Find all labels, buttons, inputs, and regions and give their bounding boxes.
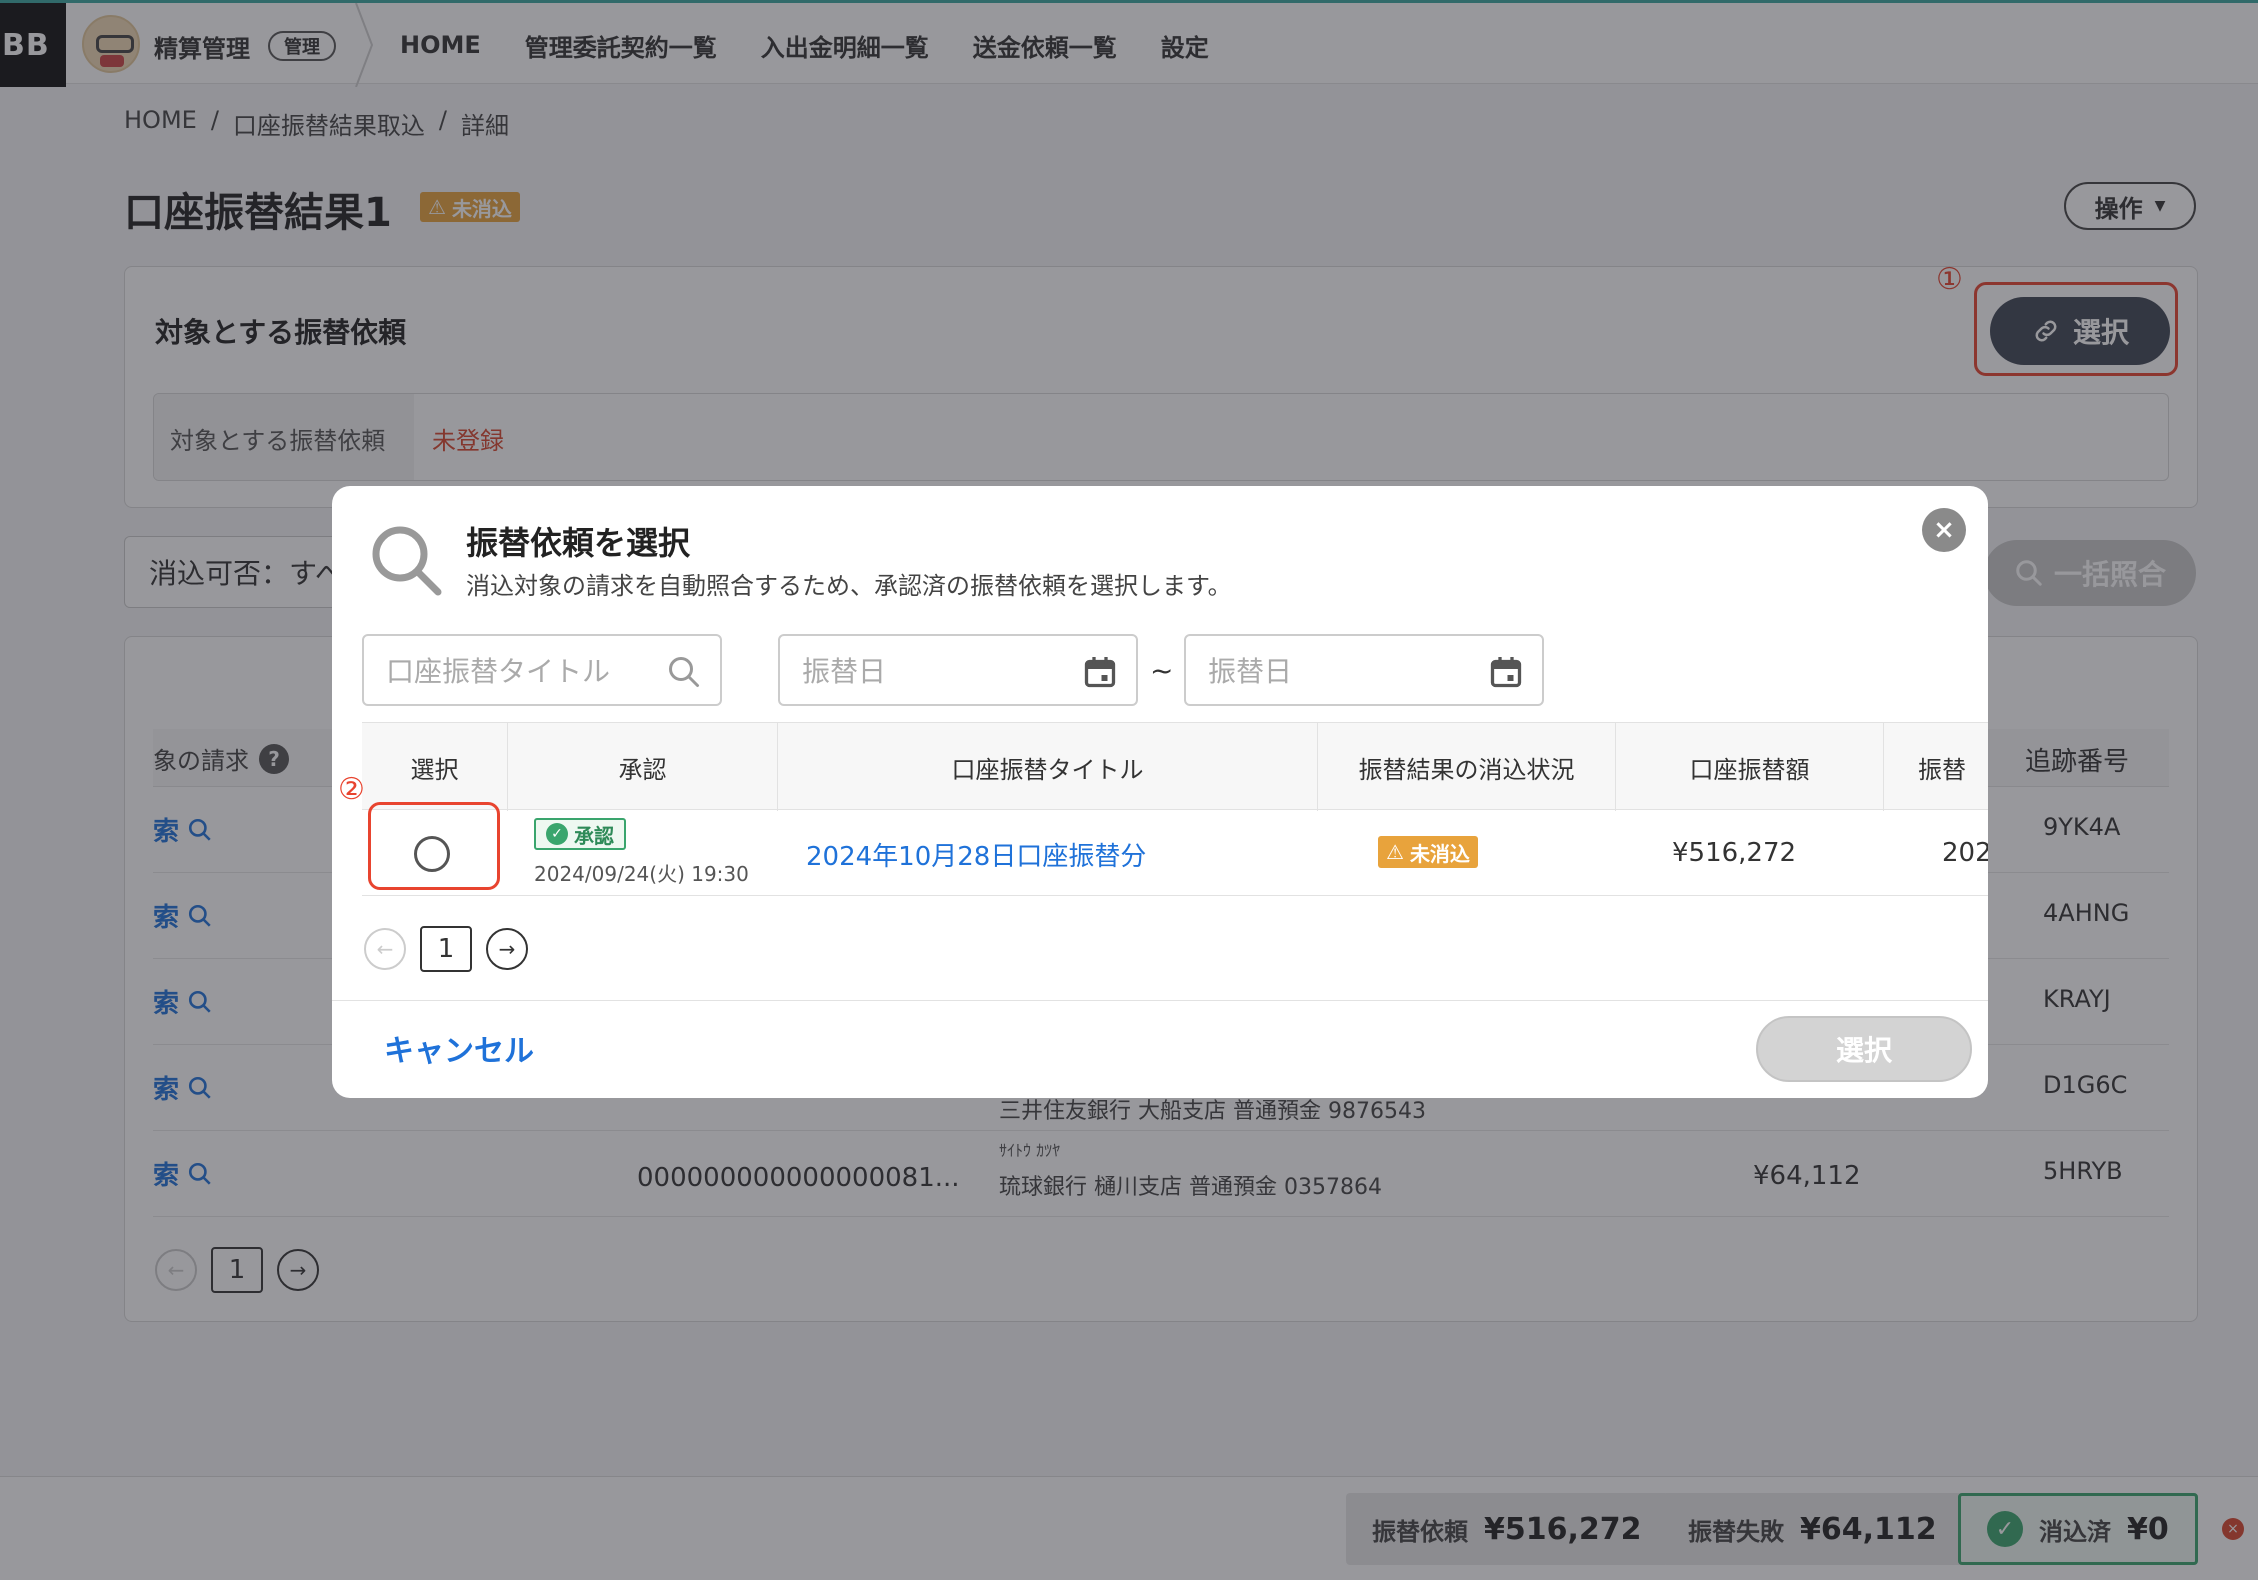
next-page-icon[interactable]: → xyxy=(486,928,528,970)
approved-badge: ✓ 承認 xyxy=(534,818,626,850)
calendar-icon xyxy=(1084,657,1116,688)
date-from-placeholder: 振替日 xyxy=(802,655,887,688)
transfer-date: 202 xyxy=(1942,838,1988,868)
confirm-select-button[interactable]: 選択 xyxy=(1756,1016,1972,1082)
select-request-modal: × 振替依頼を選択 消込対象の請求を自動照合するため、承認済の振替依頼を選択しま… xyxy=(332,486,1988,1098)
date-to-input[interactable]: 振替日 xyxy=(1184,634,1544,706)
search-icon xyxy=(669,657,699,687)
modal-description: 消込対象の請求を自動照合するため、承認済の振替依頼を選択します。 xyxy=(466,572,1232,600)
date-to-placeholder: 振替日 xyxy=(1208,655,1293,688)
title-search-placeholder: 口座振替タイトル xyxy=(386,655,611,688)
approved-at: 2024/09/24(火) 19:30 xyxy=(534,862,749,886)
footer-divider xyxy=(332,1000,1988,1001)
title-search-input[interactable]: 口座振替タイトル xyxy=(362,634,722,706)
reconcile-status-label: 未消込 xyxy=(1409,841,1470,866)
table-row[interactable]: ✓ 承認 2024/09/24(火) 19:30 2024年10月28日口座振替… xyxy=(362,810,1988,896)
warning-icon: ⚠ xyxy=(1386,840,1404,864)
page-number[interactable]: 1 xyxy=(420,926,472,972)
approved-label: 承認 xyxy=(574,823,614,848)
cancel-button[interactable]: キャンセル xyxy=(384,1026,534,1070)
col-approval: 承認 xyxy=(508,723,778,811)
modal-pagination: ← 1 → xyxy=(364,926,528,972)
col-select: 選択 xyxy=(362,723,508,811)
col-title: 口座振替タイトル xyxy=(778,723,1318,811)
close-icon[interactable]: × xyxy=(1922,508,1966,552)
request-table-header: 選択 承認 口座振替タイトル 振替結果の消込状況 口座振替額 振替 xyxy=(362,722,1988,811)
reconcile-status-badge: ⚠ 未消込 xyxy=(1378,836,1478,868)
col-amount: 口座振替額 xyxy=(1616,723,1884,811)
calendar-icon xyxy=(1490,657,1522,688)
modal-title: 振替依頼を選択 xyxy=(466,524,691,562)
date-from-input[interactable]: 振替日 xyxy=(778,634,1138,706)
prev-page-icon[interactable]: ← xyxy=(364,928,406,970)
transfer-title-link[interactable]: 2024年10月28日口座振替分 xyxy=(806,836,1146,873)
callout-number-2: ② xyxy=(338,772,365,807)
request-table: 選択 承認 口座振替タイトル 振替結果の消込状況 口座振替額 振替 ✓ 承認 2… xyxy=(362,722,1988,896)
callout-highlight-2 xyxy=(368,802,500,890)
col-reconcile-status: 振替結果の消込状況 xyxy=(1318,723,1616,811)
date-range-separator: ~ xyxy=(1150,654,1174,687)
check-circle-icon: ✓ xyxy=(546,823,568,845)
col-transfer-date: 振替 xyxy=(1884,723,1988,811)
search-icon xyxy=(372,526,442,596)
transfer-amount: ¥516,272 xyxy=(1672,838,1797,868)
